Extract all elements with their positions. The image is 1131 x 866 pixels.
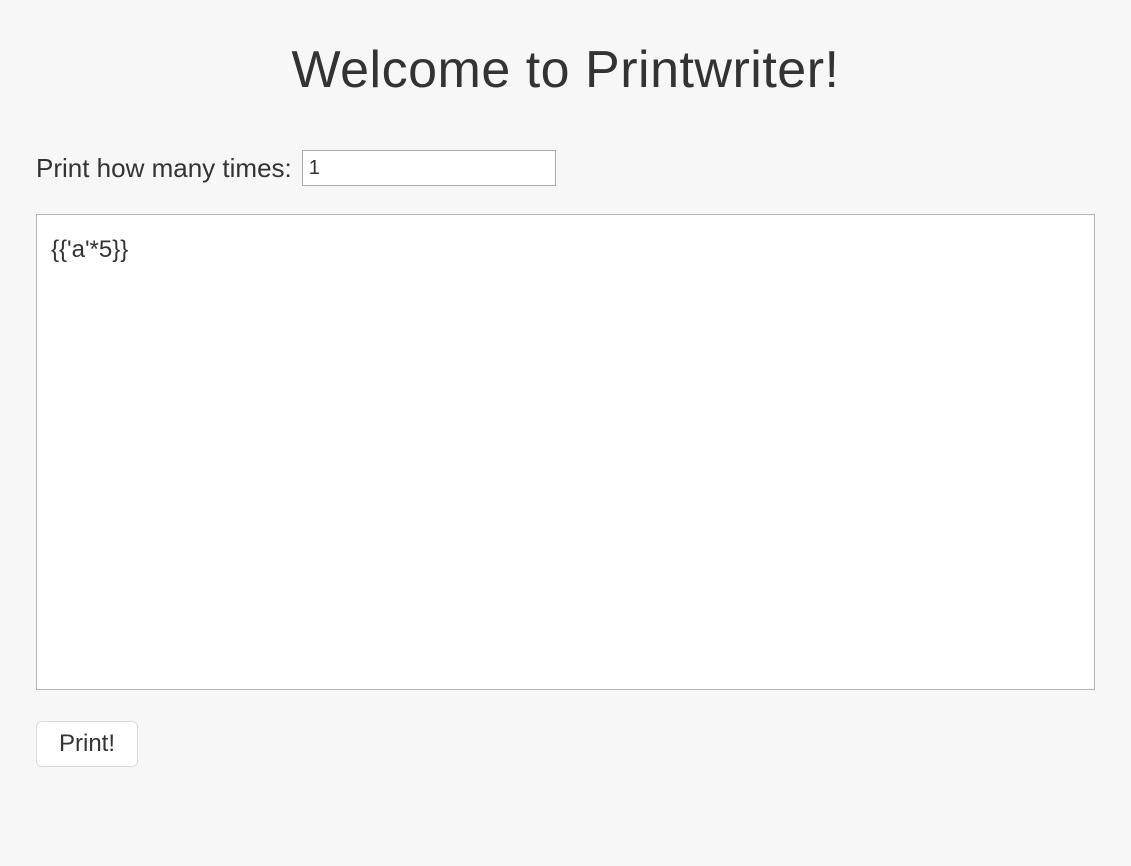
content-textarea[interactable]	[36, 214, 1095, 690]
main-container: Welcome to Printwriter! Print how many t…	[0, 40, 1131, 767]
page-title: Welcome to Printwriter!	[36, 40, 1095, 100]
times-label: Print how many times:	[36, 153, 292, 184]
print-button[interactable]: Print!	[36, 721, 138, 767]
times-row: Print how many times:	[36, 150, 1095, 186]
times-input[interactable]	[302, 150, 556, 186]
